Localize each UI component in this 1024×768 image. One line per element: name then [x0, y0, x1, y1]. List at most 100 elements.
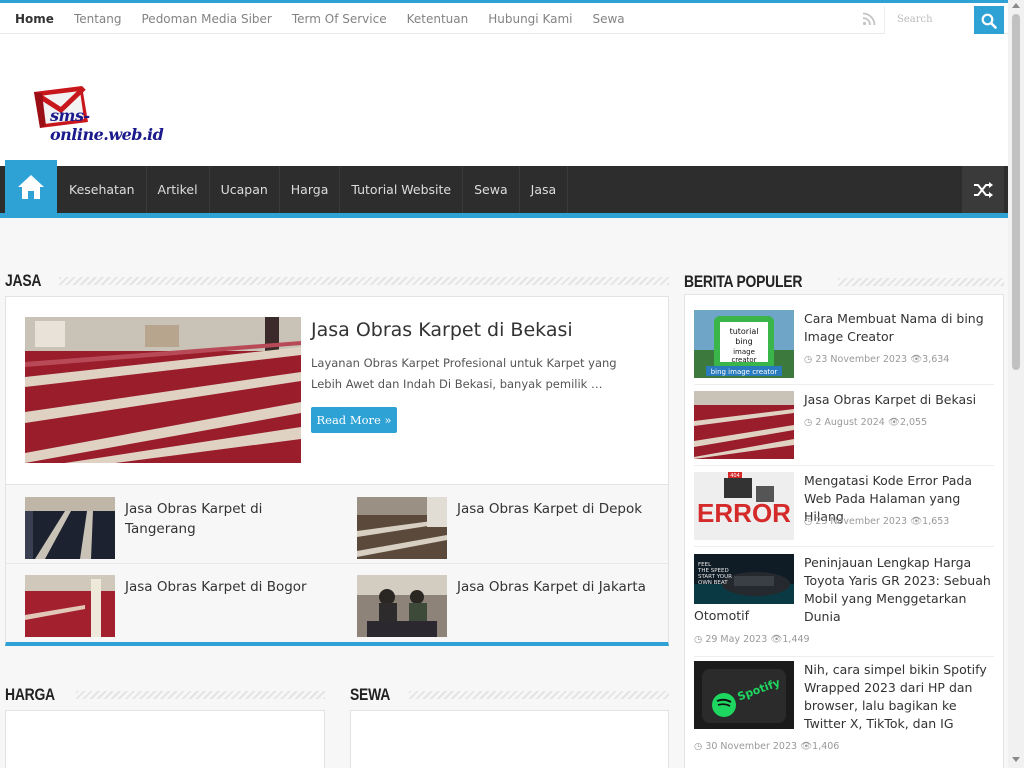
thumb-text: OWN BEAT: [698, 580, 728, 586]
post-views: 1,406: [812, 741, 840, 752]
post-date: 2 August 2024: [815, 417, 885, 428]
post-title[interactable]: Jasa Obras Karpet di Bekasi: [804, 391, 994, 409]
top-menu-hubungi[interactable]: Hubungi Kami: [478, 12, 582, 26]
eye-icon: 👁: [800, 741, 813, 752]
top-menu-tentang[interactable]: Tentang: [64, 12, 132, 26]
post-thumbnail[interactable]: Spotify: [694, 661, 794, 729]
shuffle-icon: [974, 181, 993, 198]
rss-icon[interactable]: [862, 12, 876, 26]
nav-ucapan[interactable]: Ucapan: [210, 166, 280, 213]
nav-tutorial-website[interactable]: Tutorial Website: [340, 166, 464, 213]
post-thumbnail[interactable]: [357, 575, 447, 637]
title-stripes: [75, 691, 325, 699]
post-meta: ◷ 23 November 2023 👁1,653: [804, 516, 949, 527]
section-heading-popular: Berita Populer: [684, 272, 803, 291]
section-heading-sewa[interactable]: Sewa: [350, 685, 398, 705]
nav-harga[interactable]: Harga: [280, 166, 341, 213]
harga-box: [5, 710, 325, 768]
home-button[interactable]: [5, 160, 57, 213]
post-date: 23 November 2023: [815, 516, 908, 527]
page-scrollbar[interactable]: [1008, 0, 1024, 768]
thumb-text: 404: [730, 473, 740, 479]
post-title[interactable]: Jasa Obras Karpet di Depok: [457, 499, 657, 519]
nav-kesehatan[interactable]: Kesehatan: [58, 166, 147, 213]
divider: [6, 563, 668, 564]
post-views: 1,449: [782, 634, 810, 645]
title-stripes: [59, 277, 669, 285]
top-menu-pedoman[interactable]: Pedoman Media Siber: [132, 12, 282, 26]
post-thumbnail[interactable]: [694, 391, 794, 459]
post-thumbnail[interactable]: [25, 575, 115, 637]
top-menu-terms[interactable]: Term Of Service: [282, 12, 397, 26]
post-title[interactable]: Cara Membuat Nama di bing Image Creator: [804, 310, 994, 346]
post-views: 1,653: [922, 516, 950, 527]
logo-text: sms-online.web.id: [50, 106, 164, 144]
post-views: 2,055: [899, 417, 928, 428]
scroll-down-arrow-icon[interactable]: [1012, 757, 1020, 762]
search-icon: [981, 13, 997, 29]
clock-icon: ◷: [804, 516, 813, 527]
post-title[interactable]: Peninjauan Lengkap Harga Toyota Yaris GR…: [804, 554, 994, 626]
clock-icon: ◷: [694, 634, 703, 645]
scrollbar-thumb[interactable]: [1012, 14, 1020, 370]
thumb-text: image: [733, 348, 755, 356]
nav-artikel[interactable]: Artikel: [147, 166, 210, 213]
search-button[interactable]: [974, 6, 1004, 35]
search-box: [884, 6, 974, 35]
scroll-up-arrow-icon[interactable]: [1012, 3, 1020, 8]
home-icon: [18, 174, 44, 199]
post-thumbnail[interactable]: FEEL THE SPEED START YOUR OWN BEAT: [694, 554, 794, 604]
post-date: 23 November 2023: [815, 354, 908, 365]
post-title[interactable]: Nih, cara simpel bikin Spotify Wrapped 2…: [804, 661, 994, 733]
eye-icon: 👁: [770, 634, 783, 645]
post-thumbnail[interactable]: [25, 497, 115, 559]
thumb-text: bing: [735, 337, 752, 346]
divider: [694, 656, 994, 657]
post-meta: ◷ 2 August 2024 👁2,055: [804, 417, 927, 428]
clock-icon: ◷: [804, 417, 813, 428]
post-meta: ◷ 30 November 2023 👁1,406: [694, 741, 839, 752]
eye-icon: 👁: [910, 516, 923, 527]
post-title-end[interactable]: Otomotif: [694, 608, 749, 623]
top-menu-home[interactable]: Home: [5, 12, 64, 26]
thumb-text: bing image creator: [711, 368, 778, 376]
title-stripes: [408, 691, 669, 699]
section-heading-jasa[interactable]: Jasa: [5, 271, 49, 291]
post-title[interactable]: Jasa Obras Karpet di Jakarta: [457, 577, 657, 597]
featured-post-excerpt: Layanan Obras Karpet Profesional untuk K…: [311, 356, 617, 391]
clock-icon: ◷: [694, 741, 703, 752]
post-views: 3,634: [922, 354, 950, 365]
read-more-button[interactable]: Read More »: [311, 407, 397, 433]
post-meta: ◷ 23 November 2023 👁3,634: [804, 354, 949, 365]
nav-sewa[interactable]: Sewa: [463, 166, 520, 213]
site-header: sms-online.web.id: [0, 34, 1008, 166]
post-thumbnail[interactable]: tutorial bing image creator bing image c…: [694, 310, 794, 378]
section-title-popular: Berita Populer: [684, 272, 1004, 292]
divider: [694, 546, 994, 547]
thumb-text: ERROR: [697, 498, 791, 528]
top-bar: Home Tentang Pedoman Media Siber Term Of…: [0, 0, 1008, 35]
featured-post-image[interactable]: [25, 317, 301, 463]
jasa-more-posts: Jasa Obras Karpet di Tangerang Jasa Obra…: [6, 484, 668, 642]
jasa-box: Jasa Obras Karpet di Bekasi Layanan Obra…: [5, 296, 669, 646]
post-date: 30 November 2023: [705, 741, 798, 752]
section-heading-harga[interactable]: Harga: [5, 685, 63, 705]
nav-jasa[interactable]: Jasa: [520, 166, 569, 213]
post-thumbnail[interactable]: [357, 497, 447, 559]
eye-icon: 👁: [887, 417, 900, 428]
search-input[interactable]: [885, 6, 971, 33]
top-menu-sewa[interactable]: Sewa: [582, 12, 634, 26]
random-post-button[interactable]: [962, 166, 1004, 213]
divider: [694, 465, 994, 466]
post-title[interactable]: Jasa Obras Karpet di Tangerang: [125, 499, 325, 539]
post-thumbnail[interactable]: ERROR 404: [694, 472, 794, 540]
post-meta: ◷ 29 May 2023 👁1,449: [694, 634, 810, 645]
top-menu-ketentuan[interactable]: Ketentuan: [397, 12, 479, 26]
eye-icon: 👁: [910, 354, 923, 365]
sewa-box: [350, 710, 669, 768]
post-date: 29 May 2023: [705, 634, 768, 645]
post-title[interactable]: Jasa Obras Karpet di Bogor: [125, 577, 325, 597]
site-logo[interactable]: sms-online.web.id: [30, 84, 190, 144]
clock-icon: ◷: [804, 354, 813, 365]
featured-post-title[interactable]: Jasa Obras Karpet di Bekasi: [311, 319, 573, 341]
